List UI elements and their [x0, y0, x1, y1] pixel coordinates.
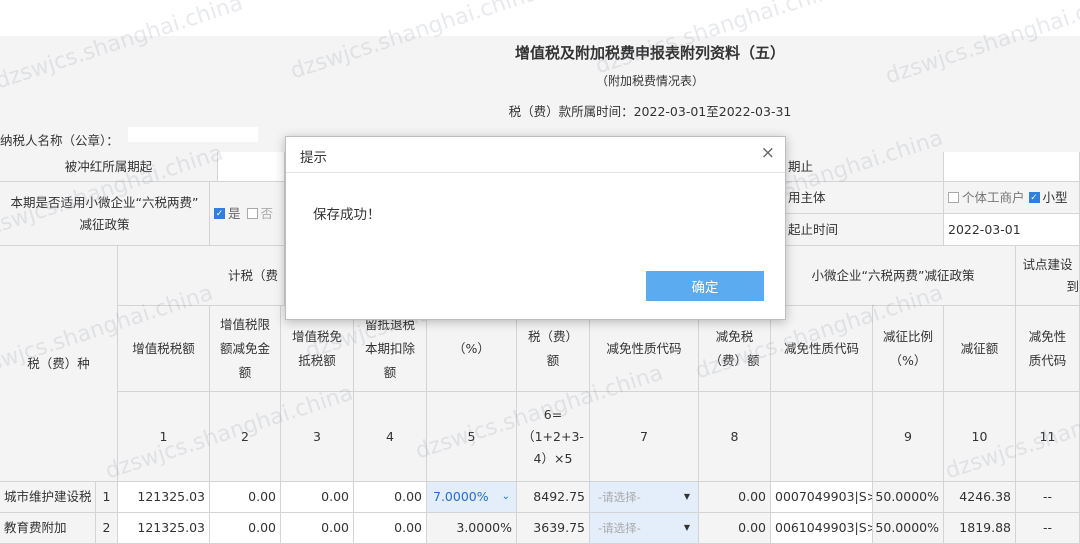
col-number: 2 [210, 392, 281, 482]
red-period-start-field[interactable] [218, 152, 285, 182]
col-reduction-code: 减免性质代码 [771, 306, 873, 392]
limit-reduction-cell[interactable]: 0.00 [210, 513, 281, 544]
small-group-header: 小微企业“六税两费”减征政策 [771, 246, 1016, 306]
exempt-code-select[interactable]: -请选择- ▼ [590, 482, 699, 513]
taxpayer-name-field[interactable] [128, 127, 258, 142]
col-number-empty [771, 392, 873, 482]
col-number: 5 [427, 392, 517, 482]
exempt-amount-cell: 0.00 [699, 513, 771, 544]
col-limit-reduction: 增值税限额减免金额 [210, 306, 281, 392]
pilot-code-cell: -- [1016, 482, 1080, 513]
caret-down-icon: ▼ [683, 492, 690, 501]
col-number: 7 [590, 392, 699, 482]
pilot-group-header: 试点建设 到 [1016, 246, 1080, 306]
rate-value: 7.0000% [433, 489, 489, 504]
taxpayer-label: 纳税人名称（公章）： [0, 133, 119, 148]
pilot-group-label: 试点建设 [1022, 256, 1073, 272]
col-number: 11 [1016, 392, 1080, 482]
small-label: 小型 [1042, 189, 1068, 205]
red-period-start-label: 被冲红所属期起 [0, 152, 218, 182]
red-period-end-label: 期止 [784, 152, 944, 182]
yes-checkbox[interactable]: ✓ [214, 208, 225, 219]
col-number: 3 [281, 392, 354, 482]
calc-group-header: 计税（费 [118, 246, 285, 306]
pilot-group-label-2: 到 [1066, 278, 1079, 294]
start-time-field[interactable]: 2022-03-01 [944, 214, 1080, 246]
row-tax-name: 教育费附加 [0, 513, 96, 544]
subject-options: 个体工商户 ✓ 小型 [944, 182, 1080, 214]
small-policy-options: ✓ 是 否 [210, 182, 285, 246]
red-period-end-field[interactable] [944, 152, 1080, 182]
col-number: 10 [944, 392, 1016, 482]
chevron-down-icon: ⌄ [501, 491, 510, 502]
small-policy-label: 本期是否适用小微企业“六税两费” 减征政策 [0, 182, 210, 246]
rate-select[interactable]: 7.0000% ⌄ [427, 482, 517, 513]
vat-amount-cell[interactable]: 121325.03 [118, 482, 210, 513]
dialog-message: 保存成功！ [313, 207, 381, 223]
no-label: 否 [260, 205, 274, 221]
col-pilot-code: 减免性质代码 [1016, 306, 1080, 392]
exempt-code-placeholder: -请选择- [598, 521, 641, 535]
start-time-label: 起止时间 [784, 214, 944, 246]
alert-dialog: 提示 × 保存成功！ 确定 [285, 136, 786, 320]
reduction-amount-cell: 1819.88 [944, 513, 1016, 544]
top-strip [0, 0, 1080, 36]
close-icon[interactable]: × [761, 143, 775, 163]
small-policy-label-line2: 减征政策 [79, 216, 130, 232]
col-reduction-ratio: 减征比例（%） [873, 306, 944, 392]
caret-down-icon: ▼ [683, 523, 690, 532]
individual-label: 个体工商户 [962, 189, 1025, 205]
small-checkbox[interactable]: ✓ [1028, 192, 1040, 203]
rate-cell: 3.0000% [427, 513, 517, 544]
vat-amount-cell[interactable]: 121325.03 [118, 513, 210, 544]
subject-label: 用主体 [784, 182, 944, 214]
col-number: 9 [873, 392, 944, 482]
col-reduction-amount: 减征额 [944, 306, 1016, 392]
exempt-offset-cell[interactable]: 0.00 [281, 513, 354, 544]
row-tax-name: 城市维护建设税 [0, 482, 96, 513]
page-title: 增值税及附加税费申报表附列资料（五） [514, 44, 785, 62]
small-policy-label-line1: 本期是否适用小微企业“六税两费” [10, 194, 199, 210]
exempt-code-select[interactable]: -请选择- ▼ [590, 513, 699, 544]
dialog-title: 提示 [300, 150, 327, 166]
pilot-code-cell: -- [1016, 513, 1080, 544]
tax-amount-cell: 3639.75 [517, 513, 590, 544]
limit-reduction-cell[interactable]: 0.00 [210, 482, 281, 513]
reduction-ratio-cell: 50.0000% [873, 513, 944, 544]
exempt-amount-cell: 0.00 [699, 482, 771, 513]
reduction-code-select[interactable]: 0061049903|S> [771, 513, 873, 544]
dialog-header: 提示 × [286, 137, 785, 173]
exempt-code-placeholder: -请选择- [598, 490, 641, 504]
col-number: 4 [354, 392, 427, 482]
col-number: 8 [699, 392, 771, 482]
tax-period: 税（费）款所属时间：2022-03-01至2022-03-31 [508, 104, 792, 119]
row-number: 1 [96, 482, 118, 513]
col-number: 6=（1+2+3-4）×5 [517, 392, 590, 482]
tax-type-header: 税（费）种 [0, 246, 118, 482]
yes-label: 是 [228, 205, 241, 221]
col-number: 1 [118, 392, 210, 482]
individual-checkbox[interactable] [948, 192, 959, 203]
tax-amount-cell: 8492.75 [517, 482, 590, 513]
no-checkbox[interactable] [246, 208, 258, 219]
row-number: 2 [96, 513, 118, 544]
refund-deduction-cell[interactable]: 0.00 [354, 482, 427, 513]
reduction-ratio-cell: 50.0000% [873, 482, 944, 513]
col-vat-amount: 增值税税额 [118, 306, 210, 392]
reduction-amount-cell: 4246.38 [944, 482, 1016, 513]
refund-deduction-cell[interactable]: 0.00 [354, 513, 427, 544]
confirm-button[interactable]: 确定 [646, 271, 764, 301]
exempt-offset-cell[interactable]: 0.00 [281, 482, 354, 513]
reduction-code-select[interactable]: 0007049903|S> [771, 482, 873, 513]
page-subtitle: （附加税费情况表） [595, 74, 704, 88]
